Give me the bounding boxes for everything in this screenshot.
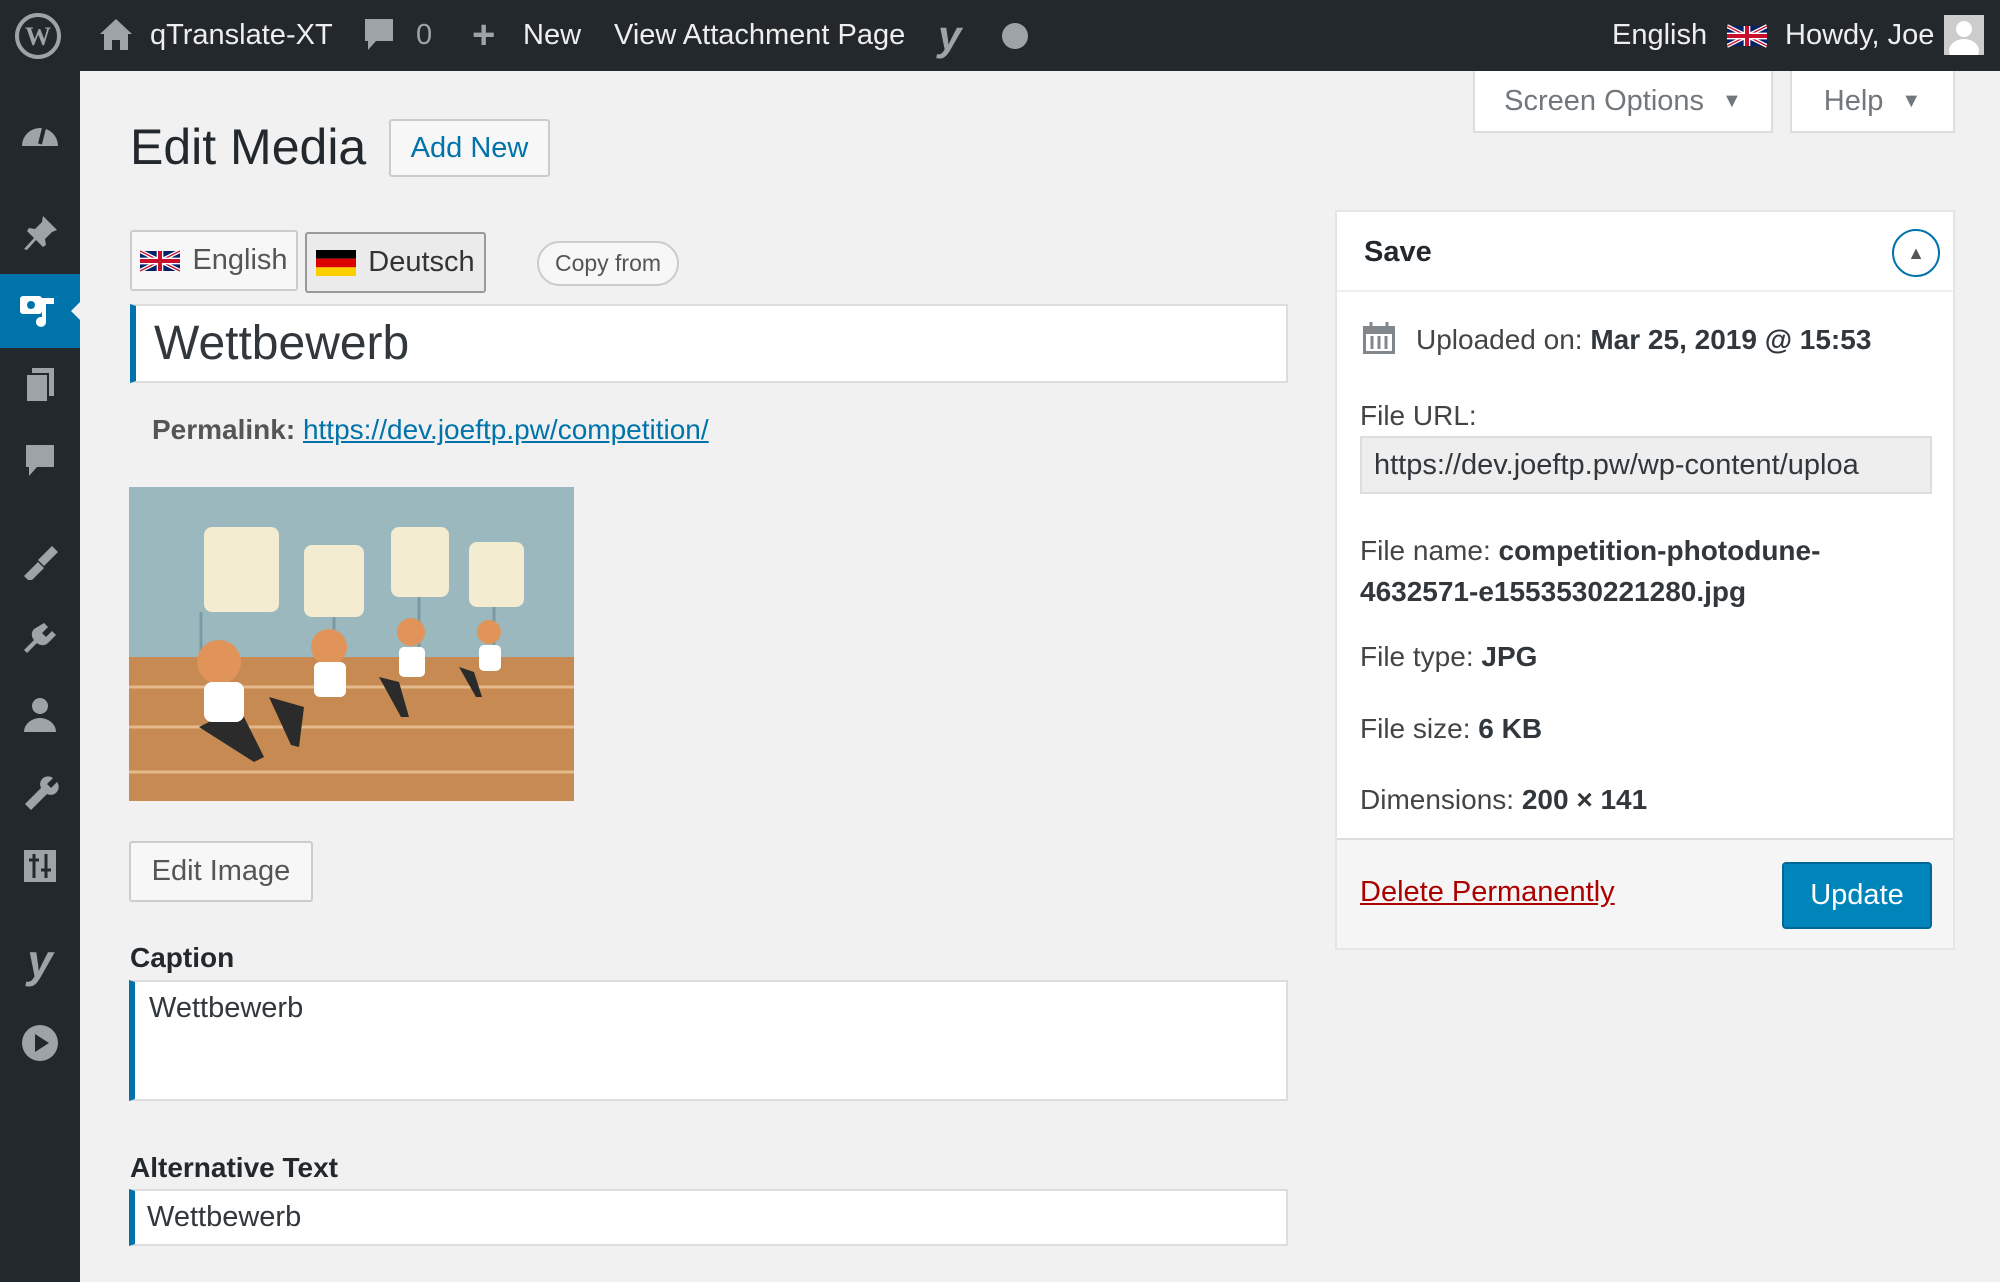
yoast-icon[interactable]: y bbox=[938, 0, 961, 71]
permalink-label: Permalink: bbox=[152, 414, 296, 445]
edit-image-button[interactable]: Edit Image bbox=[129, 841, 313, 902]
permalink: Permalink: https://dev.joeftp.pw/competi… bbox=[152, 414, 709, 446]
yoast-seo-icon[interactable]: y bbox=[0, 931, 80, 991]
comment-icon[interactable] bbox=[362, 0, 396, 71]
caption-textarea[interactable]: Wettbewerb bbox=[129, 980, 1288, 1101]
dashboard-icon[interactable] bbox=[0, 104, 80, 164]
uploaded-value: Mar 25, 2019 @ 15:53 bbox=[1590, 324, 1872, 355]
title-input[interactable]: Wettbewerb bbox=[130, 304, 1288, 383]
dimensions-value: 200 × 141 bbox=[1521, 784, 1648, 815]
file-url-input[interactable]: https://dev.joeftp.pw/wp-content/uploa bbox=[1360, 436, 1932, 494]
save-metabox-title: Save bbox=[1364, 236, 1432, 268]
dimensions: Dimensions: 200 × 141 bbox=[1360, 784, 1647, 816]
pages-icon[interactable] bbox=[0, 355, 80, 415]
sidebar-item-media[interactable] bbox=[0, 274, 80, 348]
language-switcher[interactable]: English bbox=[1612, 0, 1707, 71]
file-name-value: competition-photodune- bbox=[1498, 535, 1821, 566]
uk-flag-icon bbox=[140, 248, 181, 273]
media-icon bbox=[18, 292, 58, 330]
appearance-icon[interactable] bbox=[0, 531, 80, 591]
dimensions-label: Dimensions: bbox=[1360, 784, 1515, 815]
file-name-value-cont: 4632571-e1553530221280.jpg bbox=[1360, 576, 1747, 607]
uploaded-label: Uploaded on: bbox=[1416, 324, 1583, 355]
admin-sidebar: y bbox=[0, 71, 80, 1282]
save-metabox-header: Save ▲ bbox=[1337, 212, 1953, 292]
plus-icon[interactable]: + bbox=[472, 0, 495, 71]
file-url-label: File URL: bbox=[1360, 400, 1477, 431]
screen-options-label: Screen Options bbox=[1504, 84, 1705, 117]
file-type: File type: JPG bbox=[1360, 641, 1537, 673]
uk-flag-icon[interactable] bbox=[1726, 0, 1768, 71]
file-name-label: File name: bbox=[1360, 535, 1491, 566]
users-icon[interactable] bbox=[0, 685, 80, 745]
svg-text:W: W bbox=[25, 22, 51, 51]
new-link[interactable]: New bbox=[523, 0, 581, 71]
file-type-value: JPG bbox=[1481, 641, 1538, 672]
media-preview-image bbox=[129, 487, 574, 801]
admin-bar: W qTranslate-XT 0 + New View Attachment … bbox=[0, 0, 2000, 71]
calendar-icon bbox=[1361, 320, 1397, 363]
wordpress-logo-icon[interactable]: W bbox=[14, 0, 62, 71]
caret-down-icon: ▼ bbox=[1722, 89, 1742, 112]
file-name: File name: competition-photodune- 4632571… bbox=[1360, 530, 1820, 612]
avatar[interactable] bbox=[1944, 0, 1984, 71]
file-size-label: File size: bbox=[1360, 713, 1471, 744]
howdy-user-link[interactable]: Howdy, Joe bbox=[1785, 0, 1934, 71]
uploaded-on: Uploaded on: Mar 25, 2019 @ 15:53 bbox=[1416, 324, 1871, 356]
home-icon[interactable] bbox=[96, 0, 136, 71]
tab-deutsch[interactable]: Deutsch bbox=[305, 232, 486, 293]
collapse-toggle-icon[interactable]: ▲ bbox=[1892, 229, 1940, 277]
caret-down-icon: ▼ bbox=[1901, 89, 1922, 112]
german-flag-icon bbox=[316, 249, 357, 276]
tools-wrench-icon[interactable] bbox=[0, 761, 80, 821]
copy-from-button[interactable]: Copy from bbox=[537, 241, 679, 286]
update-button[interactable]: Update bbox=[1782, 862, 1932, 929]
help-button[interactable]: Help ▼ bbox=[1790, 71, 1955, 133]
comments-count[interactable]: 0 bbox=[416, 0, 432, 71]
file-size: File size: 6 KB bbox=[1360, 713, 1542, 745]
alt-text-label: Alternative Text bbox=[130, 1152, 338, 1183]
site-name-link[interactable]: qTranslate-XT bbox=[150, 0, 333, 71]
caption-label: Caption bbox=[130, 942, 235, 973]
help-label: Help bbox=[1823, 84, 1884, 117]
add-new-button[interactable]: Add New bbox=[389, 119, 550, 177]
tab-deutsch-label: Deutsch bbox=[368, 246, 475, 278]
file-size-value: 6 KB bbox=[1478, 713, 1543, 744]
view-attachment-link[interactable]: View Attachment Page bbox=[614, 0, 905, 71]
status-dot-icon[interactable] bbox=[1002, 0, 1028, 71]
settings-sliders-icon[interactable] bbox=[0, 836, 80, 896]
tab-english[interactable]: English bbox=[130, 230, 298, 291]
comments-icon[interactable] bbox=[0, 431, 80, 491]
alt-text-input[interactable]: Wettbewerb bbox=[129, 1189, 1288, 1246]
screen-options-button[interactable]: Screen Options ▼ bbox=[1473, 71, 1773, 133]
plugins-icon[interactable] bbox=[0, 609, 80, 669]
delete-permanently-link[interactable]: Delete Permanently bbox=[1360, 876, 1615, 909]
permalink-link[interactable]: https://dev.joeftp.pw/competition/ bbox=[303, 414, 709, 445]
play-icon[interactable] bbox=[0, 1013, 80, 1073]
page-title: Edit Media bbox=[130, 119, 367, 175]
posts-pin-icon[interactable] bbox=[0, 203, 80, 263]
tab-english-label: English bbox=[192, 244, 288, 276]
file-type-label: File type: bbox=[1360, 641, 1474, 672]
